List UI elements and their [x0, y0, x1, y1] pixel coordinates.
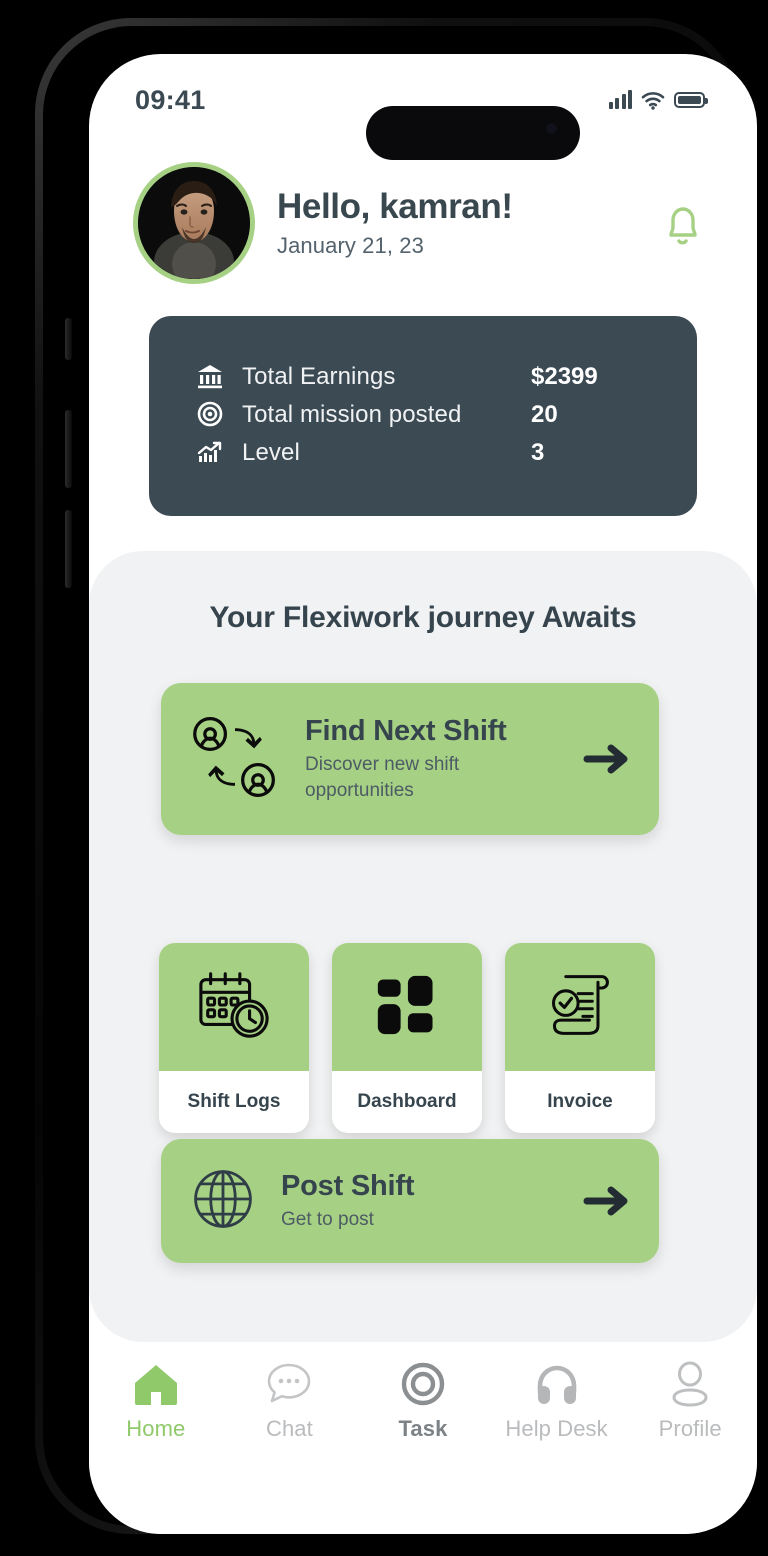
screenshot-stage: 09:41 Hello, kamran! January 21, 23 Tota… [0, 0, 768, 1556]
bank-icon [195, 362, 229, 392]
stat-value: 20 [531, 400, 558, 428]
avatar-photo [138, 167, 250, 279]
tile-label: Shift Logs [187, 1091, 281, 1112]
growth-chart-icon [195, 438, 229, 468]
shift-swap-icon [189, 711, 281, 808]
invoice-scroll-icon [545, 969, 615, 1046]
find-next-shift-card[interactable]: Find Next Shift Discover new shift oppor… [161, 683, 659, 835]
stat-label: Level [242, 438, 300, 466]
tile-shift-logs[interactable]: Shift Logs [159, 943, 309, 1133]
stat-row: Level 3 [195, 434, 651, 471]
front-camera-icon [547, 124, 556, 133]
battery-icon [674, 92, 708, 108]
home-icon [132, 1360, 180, 1408]
phone-screen: 09:41 Hello, kamran! January 21, 23 Tota… [89, 54, 757, 1534]
volume-up-button[interactable] [65, 410, 72, 488]
current-date: January 21, 23 [277, 232, 424, 258]
status-time: 09:41 [135, 84, 206, 115]
tile-icon-area [505, 943, 655, 1071]
dynamic-island [366, 106, 580, 160]
find-next-shift-text: Find Next Shift Discover new shift oppor… [281, 715, 581, 803]
nav-label: Home [126, 1416, 186, 1441]
nav-item-home[interactable]: Home [89, 1360, 223, 1442]
stat-value: $2399 [531, 362, 598, 390]
grid-squares-icon [376, 974, 438, 1041]
nav-item-task[interactable]: Task [356, 1360, 490, 1442]
nav-item-profile[interactable]: Profile [623, 1360, 757, 1442]
wifi-icon [641, 91, 665, 110]
stats-card: Total Earnings $2399 Total mission poste… [149, 316, 697, 516]
headset-icon [533, 1360, 581, 1408]
panel-title: Your Flexiwork journey Awaits [209, 601, 637, 634]
avatar[interactable] [133, 162, 255, 284]
tile-label: Invoice [547, 1091, 613, 1112]
silent-switch[interactable] [65, 318, 72, 360]
globe-icon [189, 1165, 257, 1238]
tile-label: Dashboard [357, 1091, 457, 1112]
card-title: Post Shift [281, 1169, 415, 1202]
volume-down-button[interactable] [65, 510, 72, 588]
nav-label: Profile [658, 1416, 722, 1441]
card-title: Find Next Shift [305, 714, 507, 747]
phone-frame: 09:41 Hello, kamran! January 21, 23 Tota… [35, 18, 757, 1534]
task-target-icon [399, 1360, 447, 1408]
nav-item-help-desk[interactable]: Help Desk [490, 1360, 624, 1442]
target-icon [195, 400, 229, 430]
notification-bell-icon[interactable] [653, 192, 713, 254]
cellular-signal-icon [608, 90, 632, 109]
journey-panel: Your Flexiwork journey Awaits Find Next … [89, 551, 757, 1342]
calendar-clock-icon [195, 968, 273, 1047]
chat-icon [265, 1360, 313, 1408]
stat-label: Total mission posted [242, 400, 462, 428]
nav-label: Task [398, 1416, 448, 1441]
post-shift-card[interactable]: Post Shift Get to post [161, 1139, 659, 1263]
tile-invoice[interactable]: Invoice [505, 943, 655, 1133]
quick-action-tiles: Shift Logs Dashboard Invoice [159, 943, 687, 1133]
tile-icon-area [332, 943, 482, 1071]
tile-icon-area [159, 943, 309, 1071]
stat-value: 3 [531, 438, 545, 466]
greeting-block: Hello, kamran! January 21, 23 [255, 187, 653, 258]
arrow-right-icon[interactable] [581, 1181, 635, 1221]
arrow-right-icon[interactable] [581, 739, 635, 779]
status-icons [608, 90, 708, 110]
page-title: Hello, kamran! [277, 187, 513, 227]
stat-label: Total Earnings [242, 362, 396, 390]
post-shift-text: Post Shift Get to post [257, 1170, 581, 1233]
nav-label: Help Desk [505, 1416, 608, 1441]
app-header: Hello, kamran! January 21, 23 [89, 158, 757, 288]
nav-item-chat[interactable]: Chat [223, 1360, 357, 1442]
card-subtitle: Get to post [281, 1208, 374, 1230]
stat-row: Total Earnings $2399 [195, 358, 651, 395]
card-subtitle: Discover new shift opportunities [305, 753, 460, 801]
tile-dashboard[interactable]: Dashboard [332, 943, 482, 1133]
stat-row: Total mission posted 20 [195, 396, 651, 433]
bottom-nav: Home Chat Task Help Desk Profile [89, 1342, 757, 1534]
nav-label: Chat [265, 1416, 313, 1441]
profile-icon [666, 1360, 714, 1408]
